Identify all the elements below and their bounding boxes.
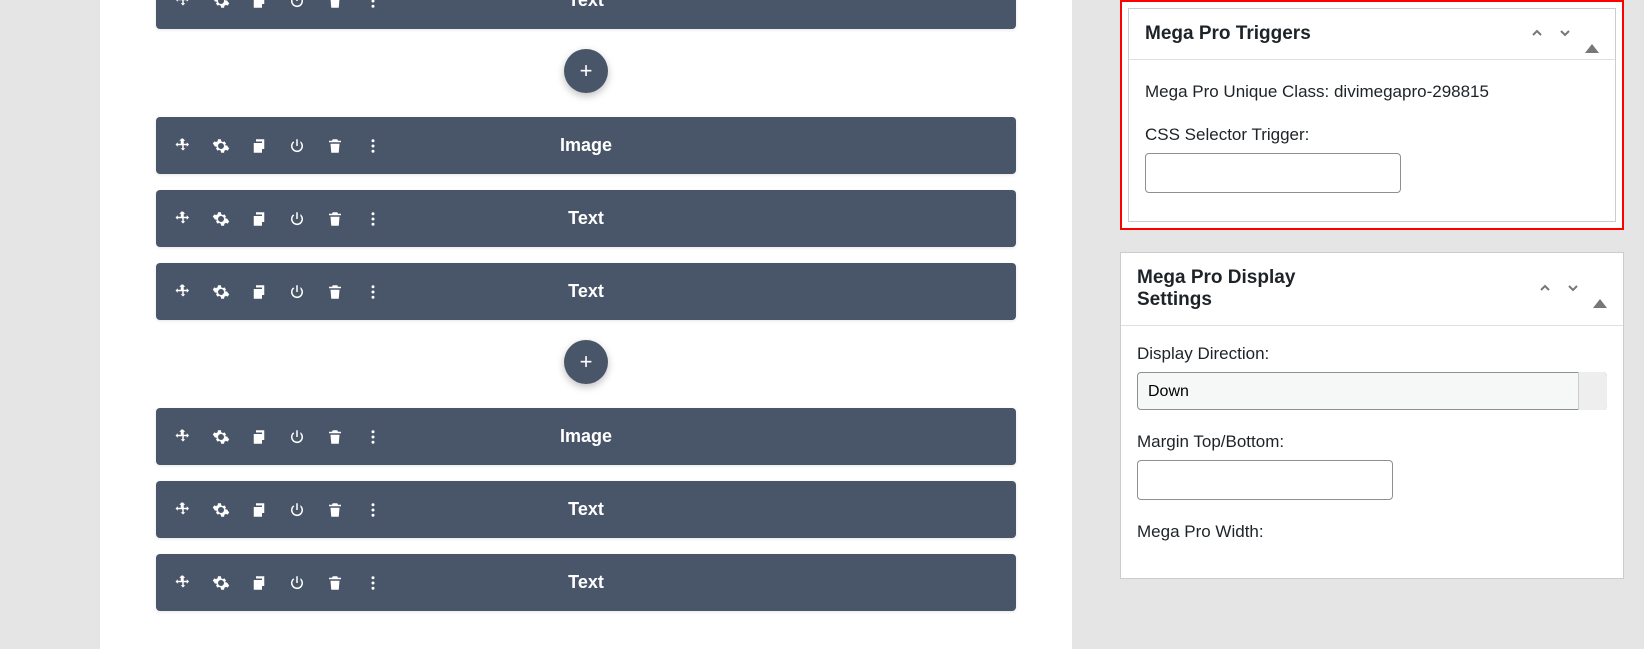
- triggers-panel-highlight: Mega Pro Triggers Mega Pro Unique Class:…: [1120, 0, 1624, 230]
- trash-icon[interactable]: [326, 428, 344, 446]
- kebab-icon[interactable]: [364, 428, 382, 446]
- kebab-icon[interactable]: [364, 283, 382, 301]
- gear-icon[interactable]: [212, 283, 230, 301]
- trash-icon[interactable]: [326, 283, 344, 301]
- trash-icon[interactable]: [326, 501, 344, 519]
- module-row[interactable]: Text: [156, 0, 1016, 29]
- move-icon[interactable]: [174, 0, 192, 10]
- display-settings-panel: Mega Pro Display Settings Display Direct…: [1120, 252, 1624, 579]
- chevron-down-icon[interactable]: [1565, 280, 1581, 299]
- module-row[interactable]: Image: [156, 408, 1016, 465]
- move-icon[interactable]: [174, 574, 192, 592]
- panel-header[interactable]: Mega Pro Triggers: [1129, 9, 1615, 60]
- collapse-icon[interactable]: [1593, 280, 1607, 298]
- trash-icon[interactable]: [326, 137, 344, 155]
- move-icon[interactable]: [174, 428, 192, 446]
- builder-modules: Text + Image: [100, 0, 1072, 611]
- power-icon[interactable]: [288, 574, 306, 592]
- css-selector-label: CSS Selector Trigger:: [1145, 125, 1599, 145]
- gear-icon[interactable]: [212, 574, 230, 592]
- move-icon[interactable]: [174, 210, 192, 228]
- chevron-up-icon[interactable]: [1529, 25, 1545, 44]
- module-row[interactable]: Text: [156, 554, 1016, 611]
- power-icon[interactable]: [288, 210, 306, 228]
- gear-icon[interactable]: [212, 137, 230, 155]
- kebab-icon[interactable]: [364, 137, 382, 155]
- module-row[interactable]: Image: [156, 117, 1016, 174]
- margin-input[interactable]: [1137, 460, 1393, 500]
- chevron-down-icon[interactable]: [1557, 25, 1573, 44]
- kebab-icon[interactable]: [364, 574, 382, 592]
- gear-icon[interactable]: [212, 0, 230, 10]
- duplicate-icon[interactable]: [250, 137, 268, 155]
- gear-icon[interactable]: [212, 501, 230, 519]
- gear-icon[interactable]: [212, 210, 230, 228]
- unique-class-text: Mega Pro Unique Class: divimegapro-29881…: [1145, 78, 1599, 105]
- css-selector-input[interactable]: [1145, 153, 1401, 193]
- duplicate-icon[interactable]: [250, 0, 268, 10]
- kebab-icon[interactable]: [364, 501, 382, 519]
- panel-title: Mega Pro Display Settings: [1137, 267, 1337, 311]
- module-row[interactable]: Text: [156, 481, 1016, 538]
- gear-icon[interactable]: [212, 428, 230, 446]
- kebab-icon[interactable]: [364, 0, 382, 10]
- move-icon[interactable]: [174, 283, 192, 301]
- add-module-button[interactable]: +: [564, 49, 608, 93]
- move-icon[interactable]: [174, 137, 192, 155]
- trash-icon[interactable]: [326, 210, 344, 228]
- margin-label: Margin Top/Bottom:: [1137, 432, 1607, 452]
- trash-icon[interactable]: [326, 0, 344, 10]
- module-row[interactable]: Text: [156, 263, 1016, 320]
- power-icon[interactable]: [288, 501, 306, 519]
- panel-title: Mega Pro Triggers: [1145, 23, 1311, 45]
- move-icon[interactable]: [174, 501, 192, 519]
- duplicate-icon[interactable]: [250, 283, 268, 301]
- kebab-icon[interactable]: [364, 210, 382, 228]
- duplicate-icon[interactable]: [250, 210, 268, 228]
- duplicate-icon[interactable]: [250, 501, 268, 519]
- chevron-up-icon[interactable]: [1537, 280, 1553, 299]
- duplicate-icon[interactable]: [250, 428, 268, 446]
- power-icon[interactable]: [288, 428, 306, 446]
- triggers-panel: Mega Pro Triggers Mega Pro Unique Class:…: [1128, 8, 1616, 222]
- direction-select[interactable]: Down: [1137, 372, 1607, 410]
- power-icon[interactable]: [288, 137, 306, 155]
- panel-header[interactable]: Mega Pro Display Settings: [1121, 253, 1623, 326]
- collapse-icon[interactable]: [1585, 25, 1599, 43]
- add-module-button[interactable]: +: [564, 340, 608, 384]
- power-icon[interactable]: [288, 283, 306, 301]
- direction-label: Display Direction:: [1137, 344, 1607, 364]
- module-row[interactable]: Text: [156, 190, 1016, 247]
- trash-icon[interactable]: [326, 574, 344, 592]
- power-icon[interactable]: [288, 0, 306, 10]
- duplicate-icon[interactable]: [250, 574, 268, 592]
- width-label: Mega Pro Width:: [1137, 522, 1607, 542]
